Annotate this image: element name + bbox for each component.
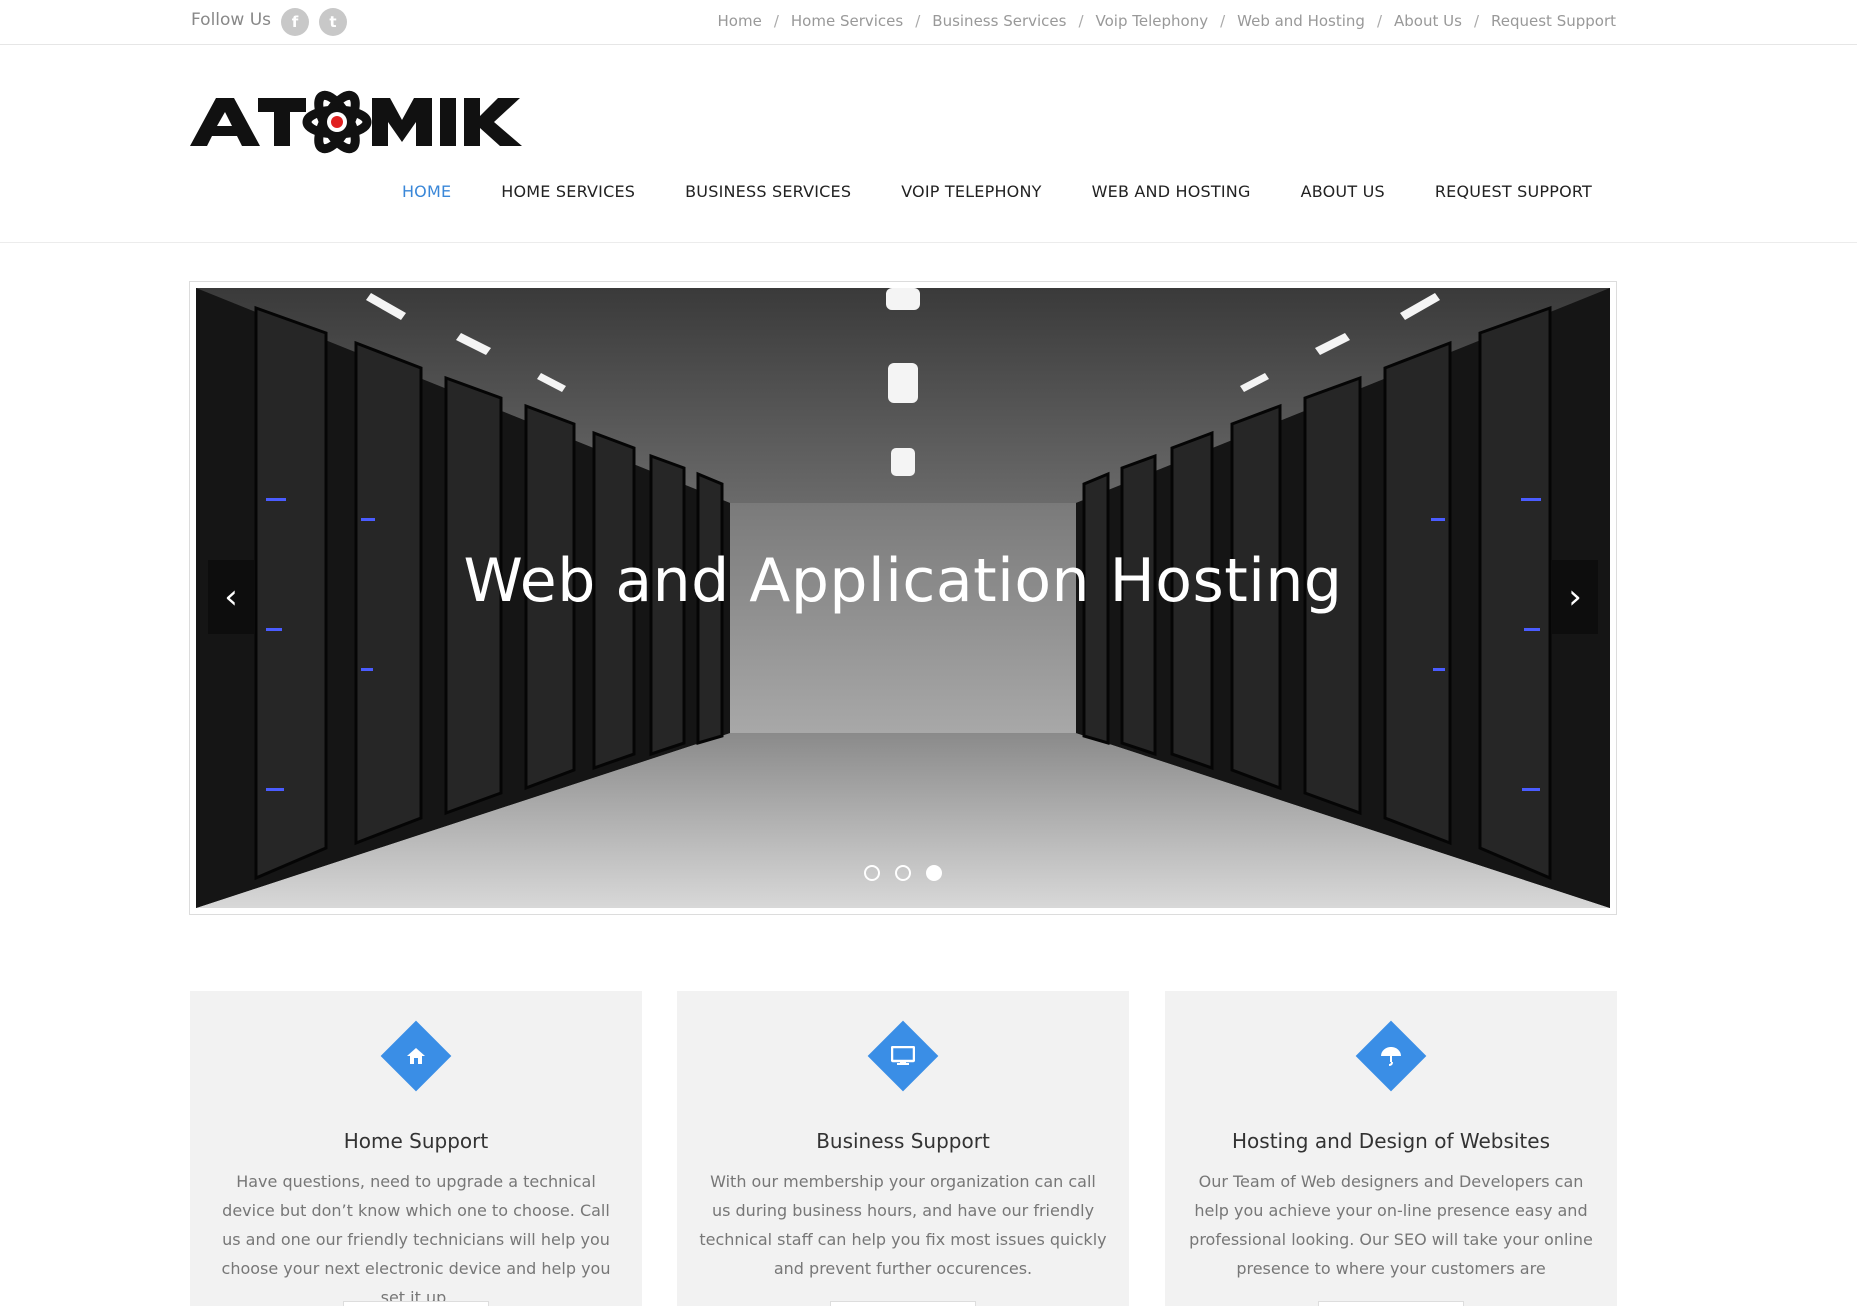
monitor-icon — [867, 1020, 939, 1092]
atomik-logo[interactable] — [190, 70, 552, 182]
top-bar: Follow Us f t Home / Home Services / Busines… — [0, 0, 1857, 45]
twitter-icon[interactable]: t — [319, 8, 347, 36]
home-icon — [380, 1020, 452, 1092]
separator: / — [1078, 12, 1084, 30]
separator: / — [1220, 12, 1226, 30]
nav-web-hosting[interactable]: WEB AND HOSTING — [1092, 182, 1251, 201]
separator: / — [915, 12, 921, 30]
feature-button[interactable] — [830, 1301, 976, 1306]
hero-slider: Web and Application Hosting ‹ › — [189, 281, 1617, 915]
feature-text: Have questions, need to upgrade a techni… — [221, 1172, 611, 1306]
umbrella-icon — [1355, 1020, 1427, 1092]
slide-caption: Web and Application Hosting — [463, 546, 1343, 616]
feature-title: Business Support — [816, 1129, 990, 1153]
slide-image: Web and Application Hosting ‹ › — [196, 288, 1610, 908]
nav-about-us[interactable]: ABOUT US — [1301, 182, 1385, 201]
feature-button[interactable] — [343, 1301, 489, 1306]
feature-title: Home Support — [343, 1129, 489, 1153]
nav-voip-telephony[interactable]: VOIP TELEPHONY — [901, 182, 1041, 201]
top-links: Home / Home Services / Business Services / Voi… — [718, 12, 1616, 30]
logo-graphic — [190, 90, 522, 154]
top-link-voip-telephony[interactable]: Voip Telephony — [1096, 12, 1209, 30]
nav-request-support[interactable]: REQUEST SUPPORT — [1435, 182, 1592, 201]
separator: / — [1473, 12, 1479, 30]
nav-home-services[interactable]: HOME SERVICES — [501, 182, 635, 201]
feature-text: Our Team of Web designers and Developers… — [1189, 1172, 1593, 1278]
separator: / — [773, 12, 779, 30]
chevron-right-icon[interactable]: › — [1552, 560, 1598, 634]
site-header: HOME HOME SERVICES BUSINESS SERVICES VOI… — [0, 45, 1857, 243]
nav-business-services[interactable]: BUSINESS SERVICES — [685, 182, 851, 201]
top-link-request-support[interactable]: Request Support — [1491, 12, 1616, 30]
facebook-icon[interactable]: f — [281, 8, 309, 36]
slider-dot-3[interactable] — [926, 865, 943, 881]
main-nav: HOME HOME SERVICES BUSINESS SERVICES VOI… — [352, 182, 1592, 201]
feature-title: Hosting and Design of Websites — [1232, 1129, 1550, 1153]
nav-home[interactable]: HOME — [402, 182, 451, 201]
slider-pagination — [196, 865, 1610, 885]
feature-text: With our membership your organization ca… — [699, 1172, 1107, 1278]
separator: / — [1376, 12, 1383, 30]
top-link-business-services[interactable]: Business Services — [932, 12, 1066, 30]
top-link-home[interactable]: Home — [718, 12, 762, 30]
top-link-web-hosting[interactable]: Web and Hosting — [1237, 12, 1365, 30]
slider-dot-2[interactable] — [895, 865, 911, 881]
feature-hosting-design: Hosting and Design of Websites Our Team … — [1165, 991, 1617, 1306]
features-section: Home Support Have questions, need to upg… — [190, 991, 1617, 1306]
feature-button[interactable] — [1318, 1301, 1464, 1306]
follow-us-label: Follow Us — [191, 10, 272, 30]
feature-business-support: Business Support With our membership you… — [677, 991, 1129, 1306]
feature-home-support: Home Support Have questions, need to upg… — [190, 991, 642, 1306]
top-link-home-services[interactable]: Home Services — [791, 12, 903, 30]
top-link-about-us[interactable]: About Us — [1394, 12, 1462, 30]
chevron-left-icon[interactable]: ‹ — [208, 560, 254, 634]
slider-dot-1[interactable] — [863, 865, 880, 881]
